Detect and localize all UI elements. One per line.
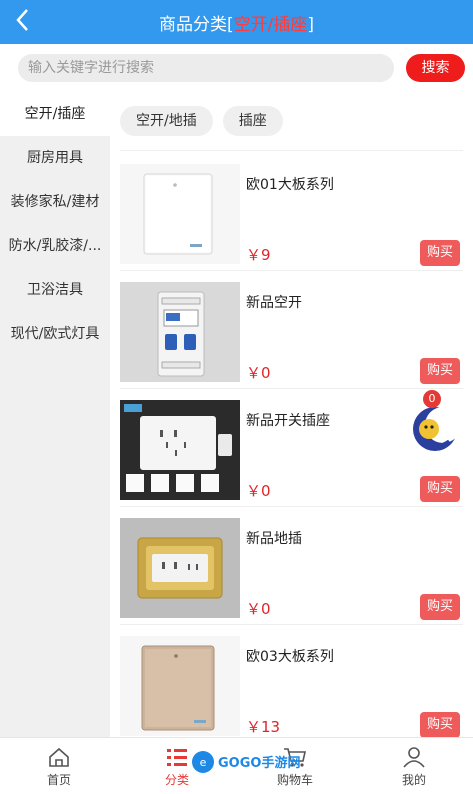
product-name: 新品开关插座 — [246, 413, 330, 429]
search-input[interactable]: 输入关键字进行搜索 — [18, 54, 394, 82]
buy-button[interactable]: 购买 — [420, 476, 460, 502]
product-price: ￥0 — [246, 600, 271, 618]
buy-button[interactable]: 购买 — [420, 358, 460, 384]
svg-text:e: e — [200, 756, 207, 769]
category-sidebar: 空开/插座 厨房用具 装修家私/建材 防水/乳胶漆/... 卫浴洁具 现代/欧式… — [0, 92, 110, 737]
nav-home[interactable]: 首页 — [0, 738, 118, 794]
product-name: 欧01大板系列 — [246, 177, 334, 193]
divider — [120, 388, 463, 389]
product-name: 欧03大板系列 — [246, 649, 334, 665]
sidebar-item-switch-socket[interactable]: 空开/插座 — [0, 92, 110, 136]
top-header: 商品分类[空开/插座] — [0, 0, 473, 44]
buy-button[interactable]: 购买 — [420, 594, 460, 620]
current-category: 空开/插座 — [233, 15, 308, 35]
product-image-panel-switch-champagne — [120, 636, 240, 736]
product-name: 新品地插 — [246, 531, 302, 547]
subcategory-tabs: 空开/地插 插座 — [120, 106, 293, 136]
floating-mascot-button[interactable]: 0 — [405, 390, 465, 455]
nav-home-label: 首页 — [46, 773, 71, 787]
watermark-logo: e GOGO手游网 — [190, 747, 300, 777]
page-title: 商品分类[空开/插座] — [158, 15, 314, 35]
divider — [120, 270, 463, 271]
divider — [120, 150, 463, 151]
buy-button[interactable]: 购买 — [420, 712, 460, 737]
product-item[interactable]: 新品地插 ￥0 购买 — [120, 518, 470, 630]
product-image-circuit-breaker — [120, 282, 240, 382]
product-price: ￥0 — [246, 482, 271, 500]
category-list-icon — [167, 749, 187, 766]
sidebar-item-bathroom[interactable]: 卫浴洁具 — [0, 268, 110, 312]
product-image-floor-socket — [120, 518, 240, 618]
product-item[interactable]: 新品空开 ￥0 购买 — [120, 282, 470, 394]
product-image-panel-switch — [120, 164, 240, 264]
product-price: ￥0 — [246, 364, 271, 382]
product-item[interactable]: 欧03大板系列 ￥13 购买 — [120, 636, 470, 737]
user-icon — [403, 747, 425, 768]
sidebar-item-decoration[interactable]: 装修家私/建材 — [0, 180, 110, 224]
home-icon — [49, 747, 69, 767]
divider — [120, 506, 463, 507]
product-name: 新品空开 — [246, 295, 302, 311]
tab-switch-floor-socket[interactable]: 空开/地插 — [120, 106, 213, 136]
divider — [120, 624, 463, 625]
nav-profile[interactable]: 我的 — [355, 738, 473, 794]
search-bar: 输入关键字进行搜索 搜索 — [0, 44, 473, 92]
svg-text:GOGO手游网: GOGO手游网 — [218, 755, 300, 771]
product-price: ￥13 — [246, 718, 281, 736]
product-price: ￥9 — [246, 246, 271, 264]
nav-profile-label: 我的 — [401, 773, 426, 787]
search-button[interactable]: 搜索 — [406, 54, 465, 82]
sidebar-item-kitchen[interactable]: 厨房用具 — [0, 136, 110, 180]
product-item[interactable]: 欧01大板系列 ￥9 购买 — [120, 164, 470, 276]
sidebar-item-waterproof[interactable]: 防水/乳胶漆/... — [0, 224, 110, 268]
buy-button[interactable]: 购买 — [420, 240, 460, 266]
product-image-wall-socket — [120, 400, 240, 500]
sidebar-item-lighting[interactable]: 现代/欧式灯具 — [0, 312, 110, 356]
tab-socket[interactable]: 插座 — [222, 106, 283, 136]
badge-count: 0 — [423, 390, 441, 408]
